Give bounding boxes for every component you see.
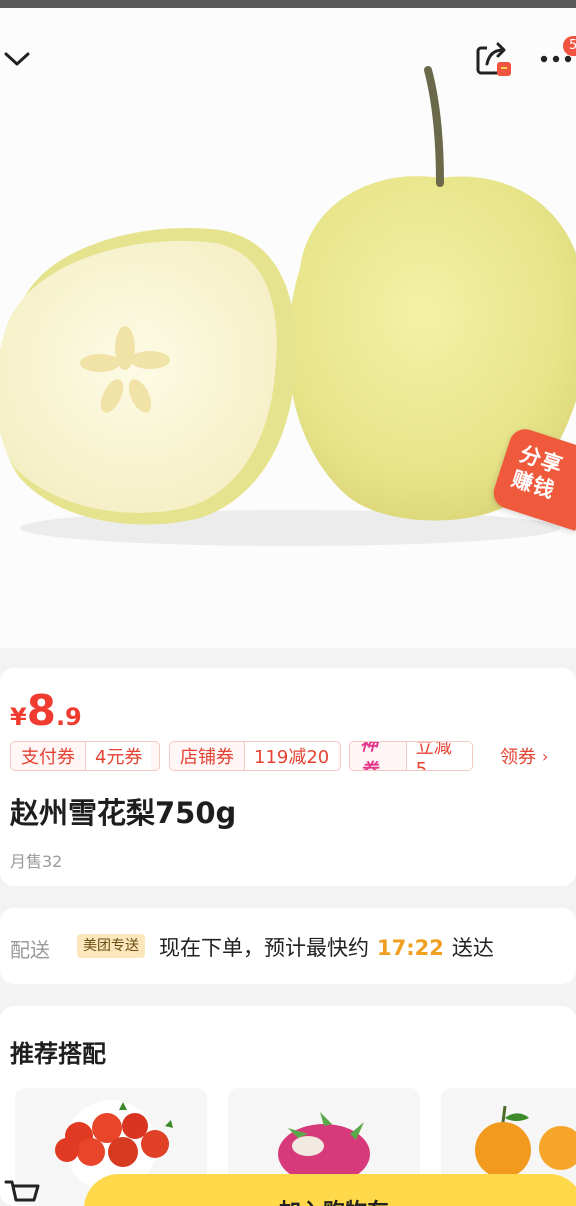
more-dots-icon	[540, 55, 572, 63]
price-integer: 8	[26, 686, 56, 735]
delivery-text-after: 送达	[451, 936, 494, 960]
coupon-tag: 店铺券	[170, 742, 245, 770]
delivery-badge: 美团专送	[77, 934, 145, 958]
get-coupon-link[interactable]: 领券 ›	[500, 741, 548, 771]
add-to-cart-label: 加入购物车	[279, 1194, 389, 1206]
delivery-time: 17:22	[377, 936, 444, 960]
delivery-text-before: 现在下单，预计最快约	[159, 936, 369, 960]
half-pear	[0, 228, 296, 525]
price-decimal: .9	[55, 703, 82, 731]
recommend-title: 推荐搭配	[10, 1040, 106, 1068]
status-strip	[0, 0, 576, 8]
price: ¥8.9	[10, 686, 82, 735]
share-button[interactable]	[470, 38, 516, 80]
chevron-down-icon	[4, 52, 30, 66]
coupon-tag: 神券	[350, 742, 407, 770]
coupon-value: 4元券	[86, 742, 152, 770]
coupon-store[interactable]: 店铺券 119减20	[169, 741, 341, 771]
monthly-sales: 月售32	[10, 852, 63, 871]
coupon-payment[interactable]: 支付券 4元券	[10, 741, 160, 771]
add-to-cart-button[interactable]: 加入购物车	[84, 1174, 576, 1206]
price-symbol: ¥	[10, 703, 27, 731]
share-icon	[476, 42, 511, 76]
chevron-right-icon: ›	[542, 746, 549, 766]
bottom-bar: 加入购物车	[0, 1166, 576, 1206]
get-coupon-label: 领券	[500, 747, 536, 768]
delivery-label: 配送	[10, 938, 50, 962]
delivery-card[interactable]: 配送 美团专送 现在下单，预计最快约 17:22 送达	[0, 908, 576, 984]
cart-button[interactable]	[4, 1178, 44, 1206]
coupon-value: 119减20	[245, 742, 339, 770]
cart-icon	[4, 1180, 40, 1202]
product-image-area[interactable]	[0, 8, 576, 648]
back-button[interactable]	[0, 42, 34, 76]
coupon-tag: 支付券	[11, 742, 86, 770]
product-image	[0, 66, 576, 546]
coupon-super[interactable]: 神券 立减5	[349, 741, 473, 771]
coupon-row: 支付券 4元券 店铺券 119减20 神券 立减5	[10, 741, 570, 771]
coupon-value: 立减5	[406, 742, 472, 770]
top-bar	[0, 38, 576, 88]
price-card: ¥8.9 支付券 4元券 店铺券 119减20 神券 立减5 领券 › 赵州雪花…	[0, 668, 576, 886]
delivery-estimate: 现在下单，预计最快约 17:22 送达	[159, 932, 494, 962]
product-title: 赵州雪花梨750g	[10, 796, 237, 830]
more-badge: 5	[563, 36, 576, 56]
